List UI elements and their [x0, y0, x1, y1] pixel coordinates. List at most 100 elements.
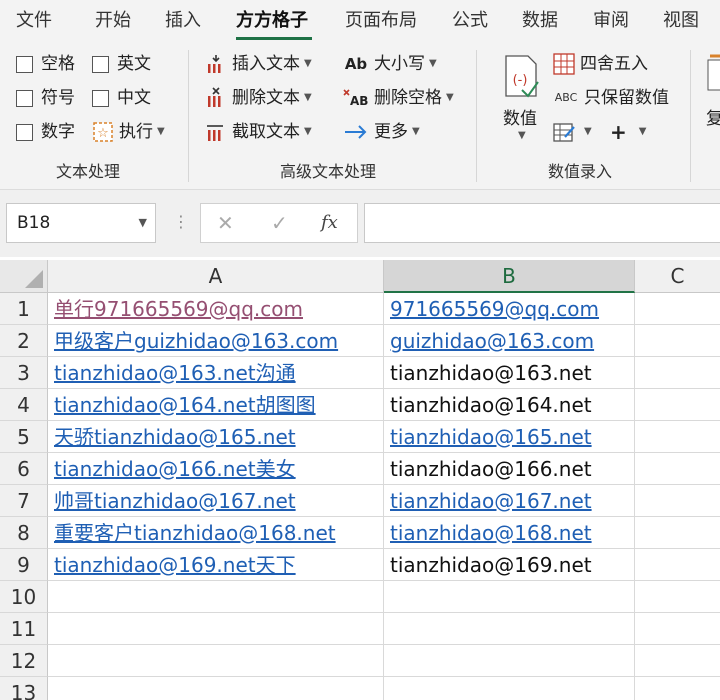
plus-icon: +	[610, 120, 627, 144]
cell-b[interactable]: tianzhidao@165.net	[384, 421, 635, 453]
cell-b[interactable]: 971665569@qq.com	[384, 293, 635, 325]
cell-a[interactable]: 帅哥tianzhidao@167.net	[48, 485, 384, 517]
cell-b[interactable]: guizhidao@163.com	[384, 325, 635, 357]
cell-c[interactable]	[635, 293, 720, 325]
tab-page-layout[interactable]: 页面布局	[345, 8, 417, 34]
cell-a[interactable]	[48, 581, 384, 613]
cell-a[interactable]: 重要客户tianzhidao@168.net	[48, 517, 384, 549]
cell-c[interactable]	[635, 325, 720, 357]
insert-function-icon[interactable]: fx	[321, 212, 338, 234]
tab-review[interactable]: 审阅	[593, 8, 629, 34]
cell-c[interactable]	[635, 581, 720, 613]
row-header[interactable]: 4	[0, 389, 48, 421]
spreadsheet-grid: A B C 1 单行971665569@qq.com 971665569@qq.co…	[0, 257, 720, 700]
edit-grid-button[interactable]: ▼	[553, 120, 592, 144]
cell-a[interactable]: tianzhidao@166.net美女	[48, 453, 384, 485]
keep-value-button[interactable]: ABC 只保留数值	[553, 86, 669, 110]
cell-c[interactable]	[635, 453, 720, 485]
cell-b[interactable]	[384, 645, 635, 677]
tab-view[interactable]: 视图	[663, 8, 699, 34]
chevron-down-icon[interactable]: ▼	[139, 216, 147, 229]
cell-b[interactable]: tianzhidao@166.net	[384, 453, 635, 485]
row-header[interactable]: 1	[0, 293, 48, 325]
row-header[interactable]: 12	[0, 645, 48, 677]
delete-space-button[interactable]: AB 删除空格 ▼	[343, 86, 454, 110]
cell-a[interactable]: tianzhidao@169.net天下	[48, 549, 384, 581]
tab-file[interactable]: 文件	[16, 8, 52, 34]
cut-text-label: 截取文本	[232, 122, 300, 142]
insert-text-button[interactable]: 插入文本 ▼	[205, 52, 312, 76]
name-box[interactable]: B18 ▼	[6, 203, 156, 243]
row-header[interactable]: 6	[0, 453, 48, 485]
row-header[interactable]: 9	[0, 549, 48, 581]
column-header-a[interactable]: A	[48, 260, 384, 293]
checkbox-english-label: 英文	[117, 54, 151, 74]
copy-button-partial[interactable]: 复	[706, 52, 720, 152]
formula-input[interactable]	[364, 203, 720, 243]
cell-a[interactable]: 天骄tianzhidao@165.net	[48, 421, 384, 453]
cell-c[interactable]	[635, 613, 720, 645]
tab-fangfang-gezi[interactable]: 方方格子	[236, 8, 308, 34]
cell-a[interactable]: tianzhidao@163.net沟通	[48, 357, 384, 389]
execute-icon: ☆	[92, 121, 114, 143]
row-header[interactable]: 7	[0, 485, 48, 517]
cell-c[interactable]	[635, 389, 720, 421]
cell-a[interactable]	[48, 645, 384, 677]
checkbox-space[interactable]: 空格	[16, 52, 75, 76]
plus-button[interactable]: + ▼	[610, 120, 646, 144]
tab-formulas[interactable]: 公式	[452, 8, 488, 34]
cell-a[interactable]: 单行971665569@qq.com	[48, 293, 384, 325]
row-header[interactable]: 8	[0, 517, 48, 549]
cell-b[interactable]: tianzhidao@164.net	[384, 389, 635, 421]
round-button[interactable]: 四舍五入	[553, 52, 648, 76]
cell-b[interactable]	[384, 613, 635, 645]
cell-c[interactable]	[635, 549, 720, 581]
column-header-c[interactable]: C	[635, 260, 720, 293]
cell-c[interactable]	[635, 677, 720, 700]
value-button[interactable]: (-) 数值 ▼	[498, 52, 542, 152]
tab-insert[interactable]: 插入	[165, 8, 201, 34]
more-button[interactable]: 更多 ▼	[343, 120, 420, 144]
chevron-down-icon: ▼	[304, 126, 312, 137]
cell-b[interactable]	[384, 581, 635, 613]
tab-home[interactable]: 开始	[95, 8, 131, 34]
confirm-icon[interactable]: ✓	[271, 212, 288, 234]
checkbox-symbol[interactable]: 符号	[16, 86, 75, 110]
delete-text-button[interactable]: 删除文本 ▼	[205, 86, 312, 110]
delete-text-label: 删除文本	[232, 88, 300, 108]
cell-b[interactable]: tianzhidao@167.net	[384, 485, 635, 517]
cell-c[interactable]	[635, 645, 720, 677]
cell-a[interactable]: tianzhidao@164.net胡图图	[48, 389, 384, 421]
row-header[interactable]: 13	[0, 677, 48, 700]
cut-text-button[interactable]: 截取文本 ▼	[205, 120, 312, 144]
cell-c[interactable]	[635, 485, 720, 517]
row-header[interactable]: 5	[0, 421, 48, 453]
cell-b[interactable]	[384, 677, 635, 700]
execute-button[interactable]: ☆ 执行 ▼	[92, 120, 165, 144]
cancel-icon[interactable]: ✕	[217, 212, 234, 234]
checkbox-icon	[16, 123, 33, 141]
cell-c[interactable]	[635, 517, 720, 549]
checkbox-chinese[interactable]: 中文	[92, 86, 151, 110]
tab-data[interactable]: 数据	[522, 8, 558, 34]
checkbox-english[interactable]: 英文	[92, 52, 151, 76]
cell-b[interactable]: tianzhidao@169.net	[384, 549, 635, 581]
cell-b[interactable]: tianzhidao@163.net	[384, 357, 635, 389]
row-header[interactable]: 2	[0, 325, 48, 357]
row-header[interactable]: 11	[0, 613, 48, 645]
cell-a[interactable]	[48, 677, 384, 700]
more-vertical-icon[interactable]: ⋮	[173, 212, 189, 232]
cell-c[interactable]	[635, 357, 720, 389]
case-button[interactable]: Ab 大小写 ▼	[343, 52, 437, 76]
cell-a[interactable]	[48, 613, 384, 645]
row-header[interactable]: 3	[0, 357, 48, 389]
select-all-button[interactable]	[0, 260, 48, 293]
cell-c[interactable]	[635, 421, 720, 453]
checkbox-space-label: 空格	[41, 54, 75, 74]
row-header[interactable]: 10	[0, 581, 48, 613]
checkbox-number[interactable]: 数字	[16, 120, 75, 144]
column-header-b[interactable]: B	[384, 260, 635, 293]
active-tab-indicator	[236, 37, 312, 40]
cell-a[interactable]: 甲级客户guizhidao@163.com	[48, 325, 384, 357]
cell-b[interactable]: tianzhidao@168.net	[384, 517, 635, 549]
